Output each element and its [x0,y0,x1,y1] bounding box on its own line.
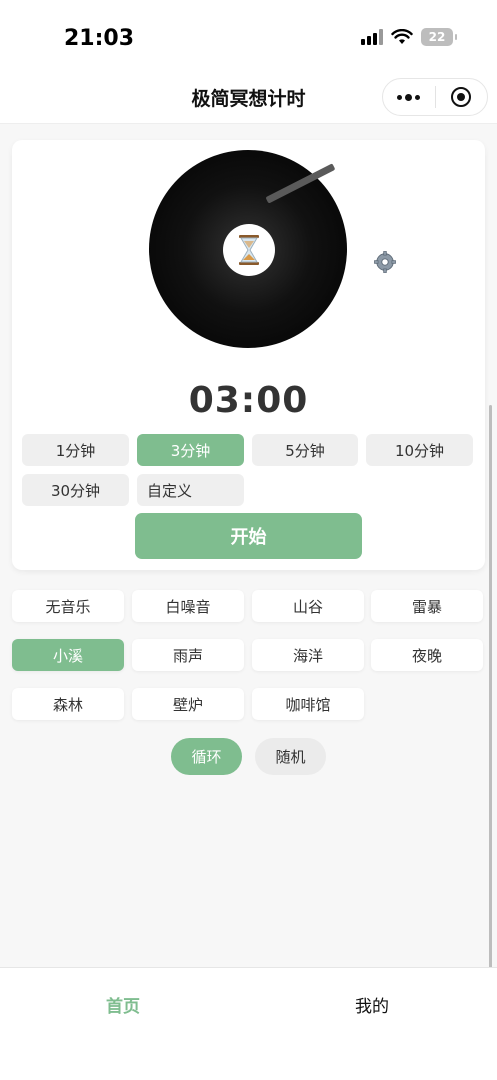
sound-fireplace-button[interactable]: 壁炉 [132,688,244,720]
duration-10min-button[interactable]: 10分钟 [366,434,473,466]
sound-valley-button[interactable]: 山谷 [252,590,364,622]
mode-shuffle-button[interactable]: 随机 [255,738,326,775]
tab-bar: 首页 我的 [0,967,497,1080]
mode-loop-button[interactable]: 循环 [171,738,242,775]
more-dots-icon [397,93,421,101]
timer-card: 03:00 1分钟 3分钟 5分钟 10分钟 30分钟 自定义 开始 [12,140,485,570]
sound-cafe-button[interactable]: 咖啡馆 [252,688,364,720]
disc-center [223,224,275,276]
hourglass-icon [239,235,259,265]
wifi-icon [391,29,413,44]
cellular-signal-icon [361,29,383,45]
duration-custom-button[interactable]: 自定义 [137,474,244,506]
duration-3min-button[interactable]: 3分钟 [137,434,244,466]
duration-30min-button[interactable]: 30分钟 [22,474,129,506]
status-bar: 21:03 22 [0,0,497,78]
target-icon [451,87,472,107]
sound-creek-button[interactable]: 小溪 [12,639,124,671]
sound-none-button[interactable]: 无音乐 [12,590,124,622]
status-time: 21:03 [64,26,135,51]
sound-thunderstorm-button[interactable]: 雷暴 [371,590,483,622]
status-icons: 22 [361,28,457,46]
battery-icon: 22 [421,28,457,46]
close-mini-program-button[interactable] [435,78,487,116]
mini-program-capsule [382,78,488,116]
sound-forest-button[interactable]: 森林 [12,688,124,720]
start-button[interactable]: 开始 [135,513,362,559]
duration-5min-button[interactable]: 5分钟 [252,434,358,466]
scrollbar[interactable] [489,405,492,1005]
more-button[interactable] [383,78,435,116]
sound-ocean-button[interactable]: 海洋 [252,639,364,671]
timer-display: 03:00 [188,380,309,421]
sound-night-button[interactable]: 夜晚 [371,639,483,671]
sound-white-noise-button[interactable]: 白噪音 [132,590,244,622]
sound-rain-button[interactable]: 雨声 [132,639,244,671]
tab-mine[interactable]: 我的 [355,992,389,1017]
battery-level: 22 [428,30,446,44]
duration-1min-button[interactable]: 1分钟 [22,434,129,466]
nav-bar: 极简冥想计时 [0,78,497,124]
tab-home[interactable]: 首页 [106,992,140,1017]
vinyl-disc[interactable] [149,150,347,348]
gear-icon[interactable] [374,251,396,273]
